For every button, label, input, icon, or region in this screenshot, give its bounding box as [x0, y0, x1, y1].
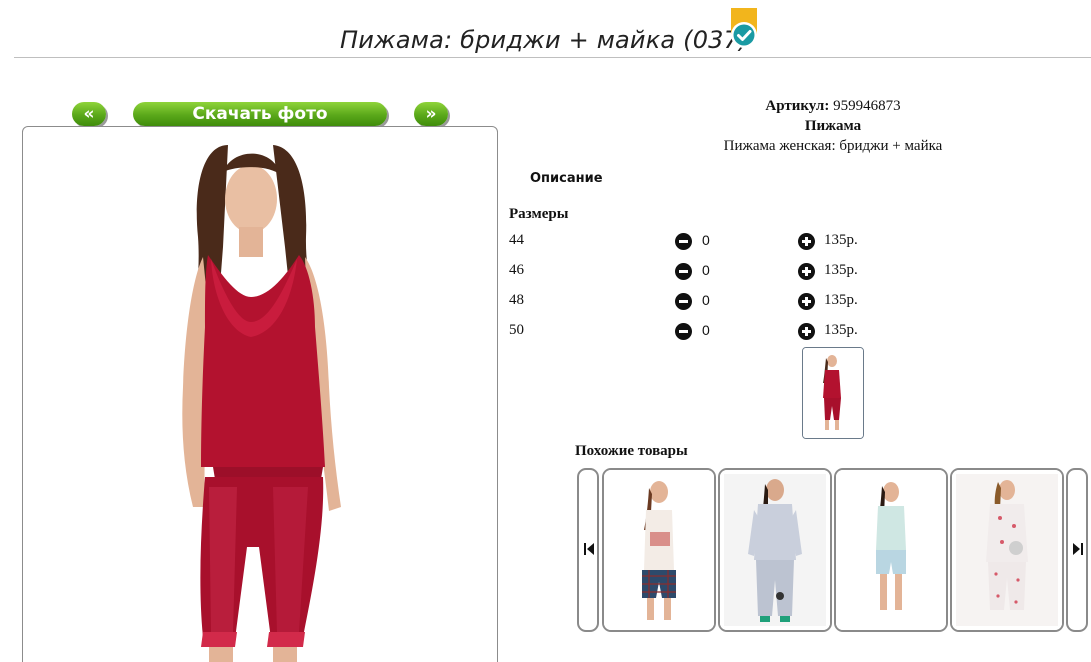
pajama-grey-long-photo: [720, 470, 830, 630]
product-name: Пижама: [804, 118, 862, 134]
similar-products-title: Похожие товары: [575, 443, 688, 459]
verified-check-icon: [730, 8, 758, 50]
prev-photo-button[interactable]: «: [72, 102, 106, 126]
header: Пижама: бриджи + майка (037): [0, 0, 1091, 58]
pajama-tank-plaid-shorts-photo: [604, 470, 714, 630]
main-product-photo: [71, 127, 451, 662]
download-photo-label: Скачать фото: [192, 104, 328, 124]
similar-item[interactable]: [602, 468, 716, 632]
similar-next-button[interactable]: [1066, 468, 1088, 632]
page-title: Пижама: бриджи + майка (037): [340, 26, 749, 54]
skip-back-icon: [584, 543, 594, 555]
price-value: 135р.: [824, 292, 858, 308]
size-value: 48: [509, 292, 524, 308]
next-photo-label: »: [425, 104, 437, 124]
decrease-qty-icon[interactable]: [675, 233, 692, 250]
size-row: 46 0 135р.: [509, 262, 889, 286]
qty-value: 0: [702, 322, 710, 338]
size-row: 50 0 135р.: [509, 322, 889, 346]
product-thumbnail[interactable]: [802, 347, 864, 439]
size-value: 50: [509, 322, 524, 338]
qty-value: 0: [702, 232, 710, 248]
product-description: Пижама женская: бриджи + майка: [723, 138, 943, 154]
increase-qty-icon[interactable]: [798, 293, 815, 310]
similar-item[interactable]: [950, 468, 1064, 632]
skip-forward-icon: [1073, 543, 1083, 555]
qty-value: 0: [702, 262, 710, 278]
sku-value: 959946873: [833, 98, 901, 114]
decrease-qty-icon[interactable]: [675, 293, 692, 310]
price-value: 135р.: [824, 262, 858, 278]
next-photo-button[interactable]: »: [414, 102, 448, 126]
sku-label: Артикул:: [765, 98, 830, 114]
price-value: 135р.: [824, 322, 858, 338]
similar-item[interactable]: [834, 468, 948, 632]
decrease-qty-icon[interactable]: [675, 323, 692, 340]
pajama-mint-shorts-photo: [836, 470, 946, 630]
prev-photo-label: «: [83, 104, 95, 124]
sku-line: Артикул: 959946873: [600, 98, 1066, 115]
similar-prev-button[interactable]: [577, 468, 599, 632]
product-thumbnail-photo: [803, 348, 863, 438]
increase-qty-icon[interactable]: [798, 323, 815, 340]
price-value: 135р.: [824, 232, 858, 248]
pajama-print-capri-photo: [952, 470, 1062, 630]
size-row: 44 0 135р.: [509, 232, 889, 256]
similar-item[interactable]: [718, 468, 832, 632]
size-row: 48 0 135р.: [509, 292, 889, 316]
download-photo-button[interactable]: Скачать фото: [133, 102, 387, 126]
size-value: 46: [509, 262, 524, 278]
increase-qty-icon[interactable]: [798, 233, 815, 250]
size-value: 44: [509, 232, 524, 248]
qty-value: 0: [702, 292, 710, 308]
main-product-image-frame[interactable]: [22, 126, 498, 662]
sizes-title: Размеры: [509, 206, 569, 222]
increase-qty-icon[interactable]: [798, 263, 815, 280]
decrease-qty-icon[interactable]: [675, 263, 692, 280]
title-divider: [14, 57, 1091, 58]
tab-description[interactable]: Описание: [530, 171, 603, 186]
